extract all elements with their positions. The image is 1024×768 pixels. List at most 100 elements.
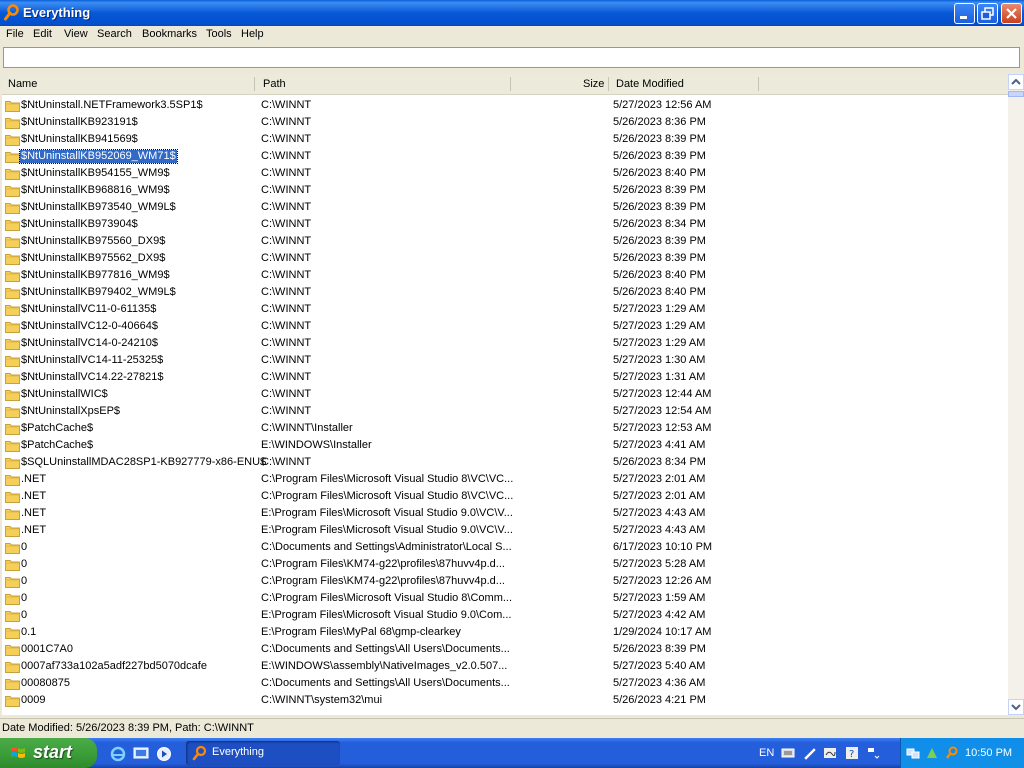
menu-view[interactable]: View xyxy=(64,28,88,40)
handwriting-icon[interactable] xyxy=(823,746,837,760)
table-row[interactable]: $NtUninstallKB975560_DX9$ C:\WINNT 5/26/20… xyxy=(2,233,1008,250)
column-divider[interactable] xyxy=(510,77,511,91)
cell-name: .NET xyxy=(21,473,47,485)
table-row[interactable]: $NtUninstallKB979402_WM9L$ C:\WINNT 5/26/2… xyxy=(2,284,1008,301)
scroll-thumb[interactable] xyxy=(1008,91,1024,97)
results-list[interactable]: Name Path Size Date Modified $NtUninstal… xyxy=(2,74,1008,715)
table-row[interactable]: $NtUninstallVC12-0-40664$ C:\WINNT 5/27/20… xyxy=(2,318,1008,335)
table-row[interactable]: .NET E:\Program Files\Microsoft Visual St… xyxy=(2,505,1008,522)
table-row[interactable]: $NtUninstallVC14-11-25325$ C:\WINNT 5/27/2… xyxy=(2,352,1008,369)
everything-tray-icon[interactable] xyxy=(945,746,959,760)
close-icon xyxy=(1006,8,1017,19)
options-icon[interactable] xyxy=(866,746,880,760)
table-row[interactable]: $PatchCache$ C:\WINNT\Installer 5/27/2023 … xyxy=(2,420,1008,437)
table-row[interactable]: $NtUninstallWIC$ C:\WINNT 5/27/2023 12:44 … xyxy=(2,386,1008,403)
table-row[interactable]: 0009 C:\WINNT\system32\mui 5/26/2023 4:21 … xyxy=(2,692,1008,709)
scroll-up-button[interactable] xyxy=(1008,74,1024,90)
vertical-scrollbar[interactable] xyxy=(1008,74,1024,715)
table-row[interactable]: $NtUninstallVC11-0-61135$ C:\WINNT 5/27/20… xyxy=(2,301,1008,318)
svg-text:?: ? xyxy=(849,749,854,760)
table-row[interactable]: $NtUninstallKB975562_DX9$ C:\WINNT 5/26/20… xyxy=(2,250,1008,267)
network-icon[interactable] xyxy=(906,746,920,760)
internet-explorer-icon[interactable] xyxy=(110,746,126,762)
restore-icon xyxy=(981,7,994,20)
table-row[interactable]: $NtUninstallKB973540_WM9L$ C:\WINNT 5/26/2… xyxy=(2,199,1008,216)
table-row[interactable]: $NtUninstallKB941569$ C:\WINNT 5/26/2023 8… xyxy=(2,131,1008,148)
table-row[interactable]: 0001C7A0 C:\Documents and Settings\All Us… xyxy=(2,641,1008,658)
cell-name: 0007af733a102a5adf227bd5070dcafe xyxy=(21,660,207,672)
clock[interactable]: 10:50 PM xyxy=(965,747,1012,759)
table-row[interactable]: 0 C:\Program Files\KM74-g22\profiles\87hu… xyxy=(2,573,1008,590)
cell-path: C:\WINNT xyxy=(261,320,312,332)
menu-file[interactable]: File xyxy=(6,28,24,40)
table-row[interactable]: .NET C:\Program Files\Microsoft Visual St… xyxy=(2,488,1008,505)
scroll-down-button[interactable] xyxy=(1008,699,1024,715)
table-row[interactable]: $NtUninstallKB954155_WM9$ C:\WINNT 5/26/20… xyxy=(2,165,1008,182)
column-date-modified[interactable]: Date Modified xyxy=(616,74,684,94)
table-row[interactable]: $PatchCache$ E:\WINDOWS\Installer 5/27/202… xyxy=(2,437,1008,454)
pen-icon[interactable] xyxy=(803,746,817,760)
cell-name: 00080875 xyxy=(21,677,70,689)
table-row[interactable]: 0 C:\Documents and Settings\Administrator… xyxy=(2,539,1008,556)
menu-help[interactable]: Help xyxy=(241,28,264,40)
column-divider[interactable] xyxy=(758,77,759,91)
cell-path: C:\WINNT xyxy=(261,184,312,196)
menu-tools[interactable]: Tools xyxy=(206,28,232,40)
taskbar-button-everything[interactable]: Everything xyxy=(186,741,340,765)
table-row[interactable]: 0.1 E:\Program Files\MyPal 68\gmp-clearke… xyxy=(2,624,1008,641)
table-row[interactable]: $NtUninstallKB973904$ C:\WINNT 5/26/2023 8… xyxy=(2,216,1008,233)
table-row[interactable]: $NtUninstall.NETFramework3.5SP1$ C:\WINNT… xyxy=(2,97,1008,114)
table-row[interactable]: .NET C:\Program Files\Microsoft Visual St… xyxy=(2,471,1008,488)
column-size[interactable]: Size xyxy=(583,74,604,94)
cell-path: C:\WINNT xyxy=(261,269,312,281)
table-row[interactable]: 0 C:\Program Files\Microsoft Visual Studi… xyxy=(2,590,1008,607)
table-row[interactable]: $SQLUninstallMDAC28SP1-KB927779-x86-ENU$… xyxy=(2,454,1008,471)
folder-icon xyxy=(5,220,20,231)
search-input[interactable] xyxy=(3,47,1020,68)
start-button[interactable]: start xyxy=(0,738,97,768)
show-desktop-icon[interactable] xyxy=(133,746,149,762)
cell-date-modified: 5/26/2023 8:39 PM xyxy=(613,150,706,162)
folder-icon xyxy=(5,475,20,486)
column-divider[interactable] xyxy=(254,77,255,91)
cell-date-modified: 5/26/2023 8:39 PM xyxy=(613,133,706,145)
cell-date-modified: 5/27/2023 5:28 AM xyxy=(613,558,706,570)
cell-path: C:\WINNT xyxy=(261,150,312,162)
table-row[interactable]: .NET E:\Program Files\Microsoft Visual St… xyxy=(2,522,1008,539)
table-row[interactable]: 0 C:\Program Files\KM74-g22\profiles\87hu… xyxy=(2,556,1008,573)
table-row[interactable]: $NtUninstallKB968816_WM9$ C:\WINNT 5/26/20… xyxy=(2,182,1008,199)
menu-search[interactable]: Search xyxy=(97,28,132,40)
minimize-button[interactable] xyxy=(954,3,975,24)
table-row[interactable]: $NtUninstallVC14-0-24210$ C:\WINNT 5/27/20… xyxy=(2,335,1008,352)
column-header: Name Path Size Date Modified xyxy=(2,74,1008,95)
table-row[interactable]: 0007af733a102a5adf227bd5070dcafe E:\WINDO… xyxy=(2,658,1008,675)
cell-name: $PatchCache$ xyxy=(21,422,94,434)
menu-bookmarks[interactable]: Bookmarks xyxy=(142,28,197,40)
table-row[interactable]: $NtUninstallVC14.22-27821$ C:\WINNT 5/27/2… xyxy=(2,369,1008,386)
menu-edit[interactable]: Edit xyxy=(33,28,52,40)
cell-date-modified: 5/27/2023 1:30 AM xyxy=(613,354,706,366)
table-row[interactable]: 00080875 C:\Documents and Settings\All Us… xyxy=(2,675,1008,692)
restore-button[interactable] xyxy=(977,3,998,24)
column-divider[interactable] xyxy=(608,77,609,91)
help-icon[interactable]: ? xyxy=(845,746,859,760)
table-row[interactable]: $NtUninstallXpsEP$ C:\WINNT 5/27/2023 12:5… xyxy=(2,403,1008,420)
cell-date-modified: 5/27/2023 4:42 AM xyxy=(613,609,706,621)
table-row[interactable]: 0 E:\Program Files\Microsoft Visual Studi… xyxy=(2,607,1008,624)
cell-name: $NtUninstallKB973540_WM9L$ xyxy=(21,201,176,213)
language-indicator[interactable]: EN xyxy=(759,747,774,759)
column-path[interactable]: Path xyxy=(263,74,286,94)
table-row[interactable]: $NtUninstallKB952069_WM71$ C:\WINNT 5/26/2… xyxy=(2,148,1008,165)
cell-date-modified: 5/26/2023 8:39 PM xyxy=(613,184,706,196)
table-row[interactable]: $NtUninstallKB923191$ C:\WINNT 5/26/2023 8… xyxy=(2,114,1008,131)
table-row[interactable]: $NtUninstallKB977816_WM9$ C:\WINNT 5/26/20… xyxy=(2,267,1008,284)
column-name[interactable]: Name xyxy=(8,74,37,94)
keyboard-icon[interactable] xyxy=(781,746,795,760)
start-label: start xyxy=(33,742,73,762)
cell-path: E:\WINDOWS\Installer xyxy=(261,439,372,451)
media-player-icon[interactable] xyxy=(156,746,172,762)
cell-path: C:\WINNT xyxy=(261,303,312,315)
cell-date-modified: 5/26/2023 8:36 PM xyxy=(613,116,706,128)
close-button[interactable] xyxy=(1001,3,1022,24)
safely-remove-hardware-icon[interactable] xyxy=(925,746,939,760)
